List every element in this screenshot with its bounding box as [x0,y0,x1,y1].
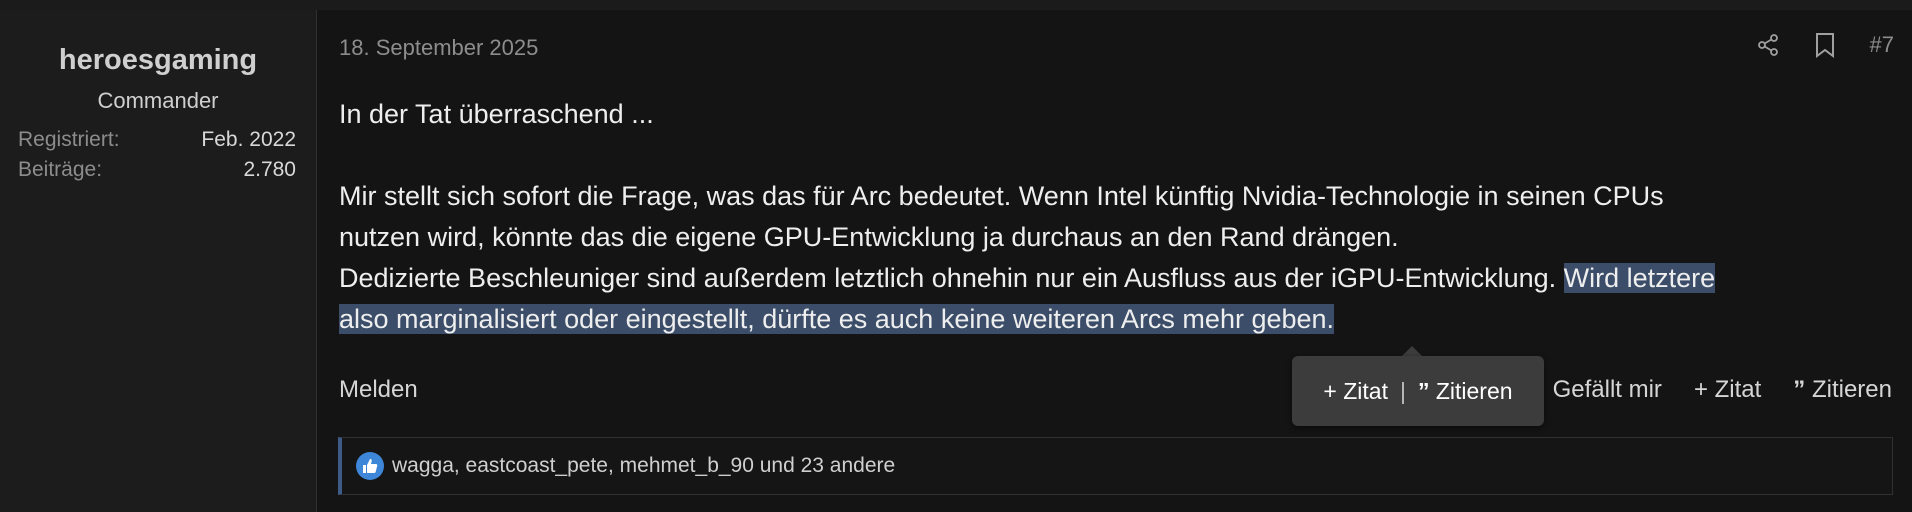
quote-icon: ” [1417,377,1430,404]
popup-cite-button[interactable]: ” Zitieren [1418,378,1513,405]
multi-quote-button[interactable]: + Zitat [1694,376,1761,404]
bookmark-icon[interactable] [1814,32,1836,58]
post-line: also marginalisiert oder eingestellt, dü… [339,299,1909,340]
post-text: Dedizierte Beschleuniger sind außerdem l… [339,263,1564,293]
popup-cite-label: Zitieren [1435,377,1513,404]
popup-separator: | [1399,377,1406,404]
user-panel: heroesgaming Commander Registriert: Feb.… [0,10,317,512]
quote-icon: ” [1793,376,1806,403]
popup-caret [1402,346,1422,356]
post-line: Dedizierte Beschleuniger sind außerdem l… [339,258,1909,299]
like-button[interactable]: Gefällt mir [1553,376,1662,404]
reply-quote-button[interactable]: ” Zitieren [1793,376,1892,404]
stat-posts: Beiträge: 2.780 [18,158,296,182]
post-date[interactable]: 18. September 2025 [339,35,538,61]
stat-value: Feb. 2022 [201,128,296,151]
post-paragraph: In der Tat überraschend ... [339,99,654,129]
popup-quote-add-button[interactable]: + Zitat [1323,378,1388,405]
report-link[interactable]: Melden [339,376,418,404]
reactions-text[interactable]: wagga, eastcoast_pete, mehmet_b_90 und 2… [392,454,895,478]
post-line: nutzen wird, könnte das die eigene GPU-E… [339,222,1399,252]
post-body: In der Tat überraschend ... Mir stellt s… [339,94,1909,340]
quote-selection-popup: + Zitat | ” Zitieren [1292,356,1544,426]
post-line: Mir stellt sich sofort die Frage, was da… [339,181,1664,211]
username[interactable]: heroesgaming [0,44,316,77]
stat-value: 2.780 [243,158,296,181]
post-actions: Gefällt mir + Zitat ” Zitieren [1553,376,1892,404]
share-icon[interactable] [1756,33,1780,57]
post-tools: #7 [1756,32,1894,58]
selected-text: Wird letztere [1563,263,1716,293]
stat-registered: Registriert: Feb. 2022 [18,128,296,152]
selected-text: also marginalisiert oder eingestellt, dü… [339,304,1335,334]
user-title: Commander [97,88,219,113]
stat-label: Beiträge: [18,158,103,181]
post-number[interactable]: #7 [1870,32,1894,58]
reactions-bar: wagga, eastcoast_pete, mehmet_b_90 und 2… [338,437,1893,495]
reply-quote-label: Zitieren [1811,376,1892,403]
thumbs-up-icon [356,452,384,480]
stat-label: Registriert: [18,128,120,151]
